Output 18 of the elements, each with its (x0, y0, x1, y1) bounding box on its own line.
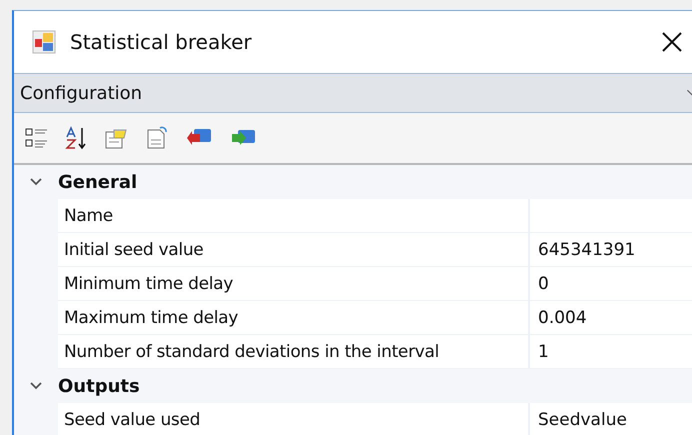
property-name[interactable]: Maximum time delay (58, 301, 530, 335)
property-name[interactable]: Name (58, 199, 530, 233)
property-value[interactable]: 0 (530, 267, 692, 301)
property-name[interactable]: Initial seed value (58, 233, 530, 267)
property-value[interactable]: Seedvalue (530, 403, 692, 435)
category-heading: General (58, 172, 138, 192)
close-icon (661, 31, 683, 53)
object-selector[interactable]: Configuration (14, 73, 692, 113)
categorized-icon[interactable] (24, 126, 50, 150)
property-value[interactable]: 1 (530, 335, 692, 369)
property-name[interactable]: Number of standard deviations in the interval (58, 335, 530, 369)
property-value[interactable]: 645341391 (530, 233, 692, 267)
window-title: Statistical breaker (70, 30, 253, 54)
category-heading: Outputs (58, 376, 140, 396)
property-name[interactable]: Seed value used (58, 403, 530, 435)
property-name[interactable]: Minimum time delay (58, 267, 530, 301)
property-value[interactable]: 0.004 (530, 301, 692, 335)
app-icon (32, 30, 56, 54)
